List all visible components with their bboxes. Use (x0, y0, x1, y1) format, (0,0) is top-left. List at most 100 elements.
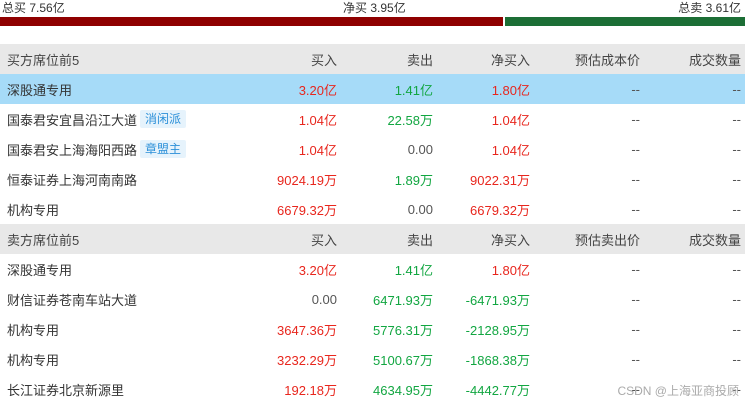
buy-value: 3647.36万 (277, 322, 337, 338)
seat-name-text[interactable]: 财信证券苍南车站大道 (7, 290, 137, 309)
buy-value: 6679.32万 (277, 202, 337, 218)
seat-name-text[interactable]: 机构专用 (7, 200, 59, 219)
net-value: 1.80亿 (491, 262, 530, 278)
header-seat: 卖方席位前5 (7, 232, 80, 248)
seat-name-text[interactable]: 国泰君安上海海阳西路 (7, 140, 137, 159)
table-row[interactable]: 机构专用 3647.36万 5776.31万 -2128.95万 -- -- (0, 314, 745, 344)
table-row[interactable]: 机构专用 3232.29万 5100.67万 -1868.38万 -- -- (0, 344, 745, 374)
header-buy[interactable]: 买入 (240, 230, 337, 249)
est-value: -- (631, 351, 640, 367)
seat-name[interactable]: 深股通专用 (0, 260, 240, 279)
buy-value: 0.00 (311, 291, 337, 307)
buy-value: 3232.29万 (277, 352, 337, 368)
buy-value: 3.20亿 (298, 82, 337, 98)
net-value: 1.04亿 (491, 112, 530, 128)
buy-value: 1.04亿 (298, 142, 337, 158)
seat-name[interactable]: 长江证券北京新源里 (0, 380, 240, 399)
buy-value: 3.20亿 (298, 262, 337, 278)
seat-table: 买方席位前5 买入 卖出 净买入 预估成本价 成交数量 深股通专用 3.20亿 … (0, 44, 745, 404)
seat-name-text[interactable]: 恒泰证券上海河南南路 (7, 170, 137, 189)
net-value: 6679.32万 (470, 202, 530, 218)
seat-name-text[interactable]: 机构专用 (7, 350, 59, 369)
seat-name[interactable]: 国泰君安宜昌沿江大道 消闲派 (0, 110, 240, 129)
qty-value: -- (732, 141, 741, 157)
net-value: -1868.38万 (465, 352, 530, 368)
seat-name-text[interactable]: 长江证券北京新源里 (7, 380, 124, 399)
header-qty: 成交数量 (688, 52, 741, 68)
qty-value: -- (732, 261, 741, 277)
sell-value: 1.89万 (394, 172, 433, 188)
seat-name[interactable]: 深股通专用 (0, 80, 240, 99)
header-sell[interactable]: 卖出 (337, 50, 433, 69)
trader-tag[interactable]: 消闲派 (140, 110, 187, 128)
header-net[interactable]: 净买入 (433, 50, 530, 69)
trader-tag[interactable]: 章盟主 (140, 140, 187, 158)
qty-value: -- (732, 111, 741, 127)
table-row[interactable]: 恒泰证券上海河南南路 9024.19万 1.89万 9022.31万 -- -- (0, 164, 745, 194)
seat-name[interactable]: 机构专用 (0, 320, 240, 339)
header-net[interactable]: 净买入 (433, 230, 530, 249)
buy-ratio-segment (0, 17, 503, 26)
net-value: 9022.31万 (470, 172, 530, 188)
sell-ratio-segment (505, 17, 745, 26)
buy-value: 1.04亿 (298, 112, 337, 128)
total-buy-label: 总买 7.56亿 (2, 1, 65, 15)
table-row[interactable]: 深股通专用 3.20亿 1.41亿 1.80亿 -- -- (0, 74, 745, 104)
table-row[interactable]: 国泰君安上海海阳西路 章盟主 1.04亿 0.00 1.04亿 -- -- (0, 134, 745, 164)
seat-name-text[interactable]: 深股通专用 (7, 80, 72, 99)
header-est-cost: 预估成本价 (574, 52, 640, 68)
sell-value: 0.00 (407, 141, 433, 157)
seat-name[interactable]: 恒泰证券上海河南南路 (0, 170, 240, 189)
sell-value: 1.41亿 (394, 82, 433, 98)
est-value: -- (631, 321, 640, 337)
net-value: -4442.77万 (465, 382, 530, 398)
header-qty: 成交数量 (688, 232, 741, 248)
est-value: -- (631, 171, 640, 187)
est-value: -- (631, 141, 640, 157)
table-row[interactable]: 国泰君安宜昌沿江大道 消闲派 1.04亿 22.58万 1.04亿 -- -- (0, 104, 745, 134)
net-value: -2128.95万 (465, 322, 530, 338)
header-seat: 买方席位前5 (7, 52, 80, 68)
est-value: -- (631, 291, 640, 307)
header-buy[interactable]: 买入 (240, 50, 337, 69)
qty-value: -- (732, 321, 741, 337)
watermark: CSDN @上海亚商投顾 (617, 384, 739, 398)
seat-name[interactable]: 机构专用 (0, 350, 240, 369)
net-buy-label: 净买 3.95亿 (343, 1, 406, 15)
net-value: 1.80亿 (491, 82, 530, 98)
est-value: -- (631, 261, 640, 277)
buy-value: 9024.19万 (277, 172, 337, 188)
sell-value: 6471.93万 (373, 292, 433, 308)
seat-name[interactable]: 国泰君安上海海阳西路 章盟主 (0, 140, 240, 159)
qty-value: -- (732, 81, 741, 97)
qty-value: -- (732, 201, 741, 217)
header-sell[interactable]: 卖出 (337, 230, 433, 249)
sell-section-header: 卖方席位前5 买入 卖出 净买入 预估卖出价 成交数量 (0, 224, 745, 254)
seat-name[interactable]: 财信证券苍南车站大道 (0, 290, 240, 309)
qty-value: -- (732, 351, 741, 367)
net-value: -6471.93万 (465, 292, 530, 308)
seat-name-text[interactable]: 机构专用 (7, 320, 59, 339)
sell-value: 1.41亿 (394, 262, 433, 278)
sell-value: 4634.95万 (373, 382, 433, 398)
est-value: -- (631, 111, 640, 127)
summary-bar: 总买 7.56亿 净买 3.95亿 总卖 3.61亿 (0, 0, 745, 17)
qty-value: -- (732, 171, 741, 187)
seat-name[interactable]: 机构专用 (0, 200, 240, 219)
net-value: 1.04亿 (491, 142, 530, 158)
buy-section-header: 买方席位前5 买入 卖出 净买入 预估成本价 成交数量 (0, 44, 745, 74)
sell-value: 0.00 (407, 201, 433, 217)
seat-name-text[interactable]: 深股通专用 (7, 260, 72, 279)
est-value: -- (631, 201, 640, 217)
total-sell-label: 总卖 3.61亿 (678, 1, 741, 15)
header-est-sell: 预估卖出价 (574, 232, 640, 248)
est-value: -- (631, 81, 640, 97)
sell-value: 22.58万 (387, 112, 433, 128)
buy-value: 192.18万 (284, 382, 337, 398)
seat-name-text[interactable]: 国泰君安宜昌沿江大道 (7, 110, 137, 129)
table-row[interactable]: 深股通专用 3.20亿 1.41亿 1.80亿 -- -- (0, 254, 745, 284)
table-row[interactable]: 机构专用 6679.32万 0.00 6679.32万 -- -- (0, 194, 745, 224)
table-row[interactable]: 财信证券苍南车站大道 0.00 6471.93万 -6471.93万 -- -- (0, 284, 745, 314)
sell-value: 5100.67万 (373, 352, 433, 368)
qty-value: -- (732, 291, 741, 307)
